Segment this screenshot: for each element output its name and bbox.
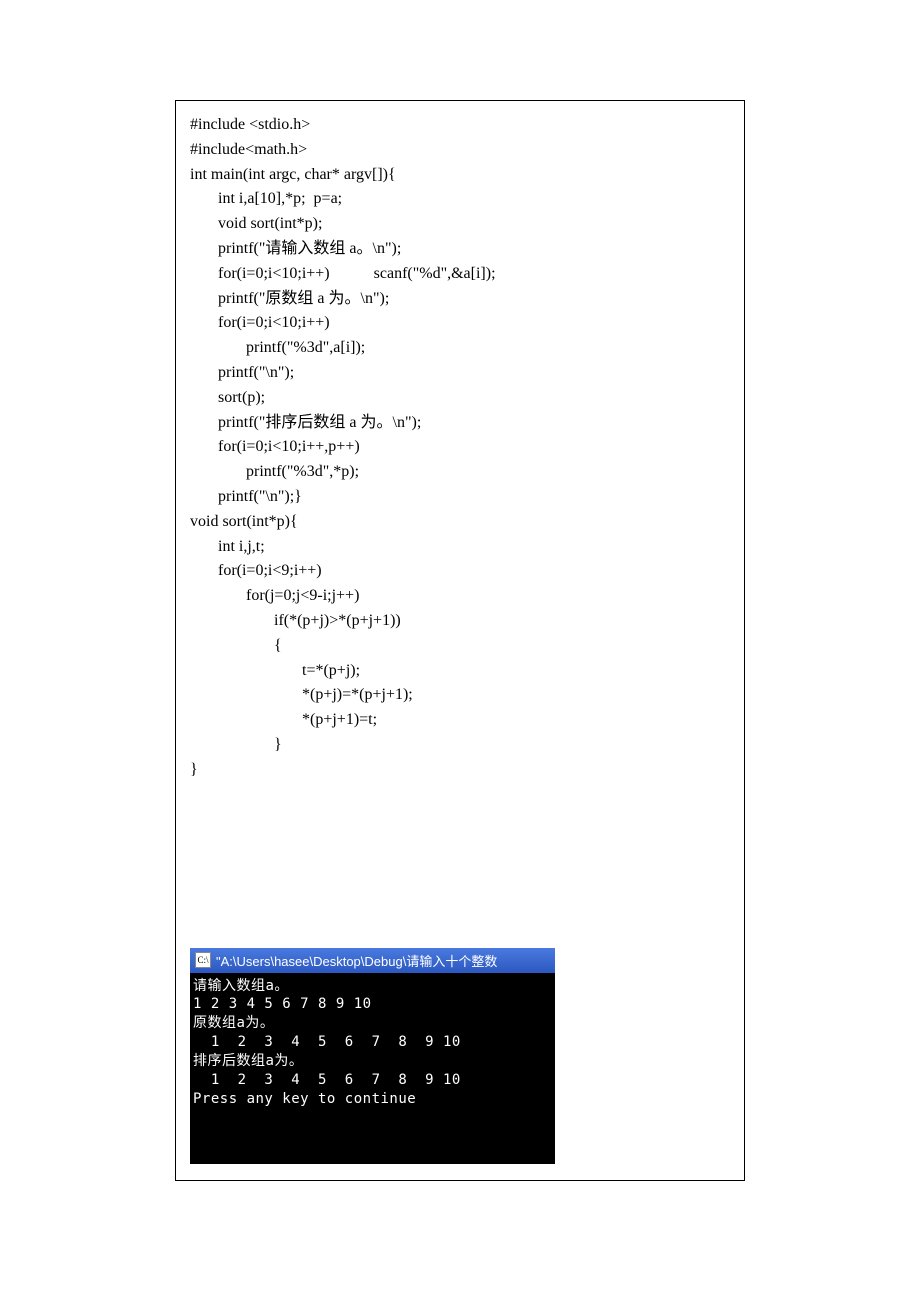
document-page: #include <stdio.h> #include<math.h> int …	[0, 0, 920, 1241]
console-path: "A:\Users\hasee\Desktop\Debug\请输入十个整数	[216, 951, 497, 970]
console-wrap: C:\ "A:\Users\hasee\Desktop\Debug\请输入十个整…	[190, 948, 730, 1164]
console-titlebar: C:\ "A:\Users\hasee\Desktop\Debug\请输入十个整…	[190, 948, 555, 973]
code-box: #include <stdio.h> #include<math.h> int …	[175, 100, 745, 1181]
source-code: #include <stdio.h> #include<math.h> int …	[190, 113, 730, 783]
console-window: C:\ "A:\Users\hasee\Desktop\Debug\请输入十个整…	[190, 948, 555, 1164]
cmd-icon: C:\	[195, 952, 211, 968]
console-output: 请输入数组a。 1 2 3 4 5 6 7 8 9 10 原数组a为。 1 2 …	[190, 973, 555, 1164]
